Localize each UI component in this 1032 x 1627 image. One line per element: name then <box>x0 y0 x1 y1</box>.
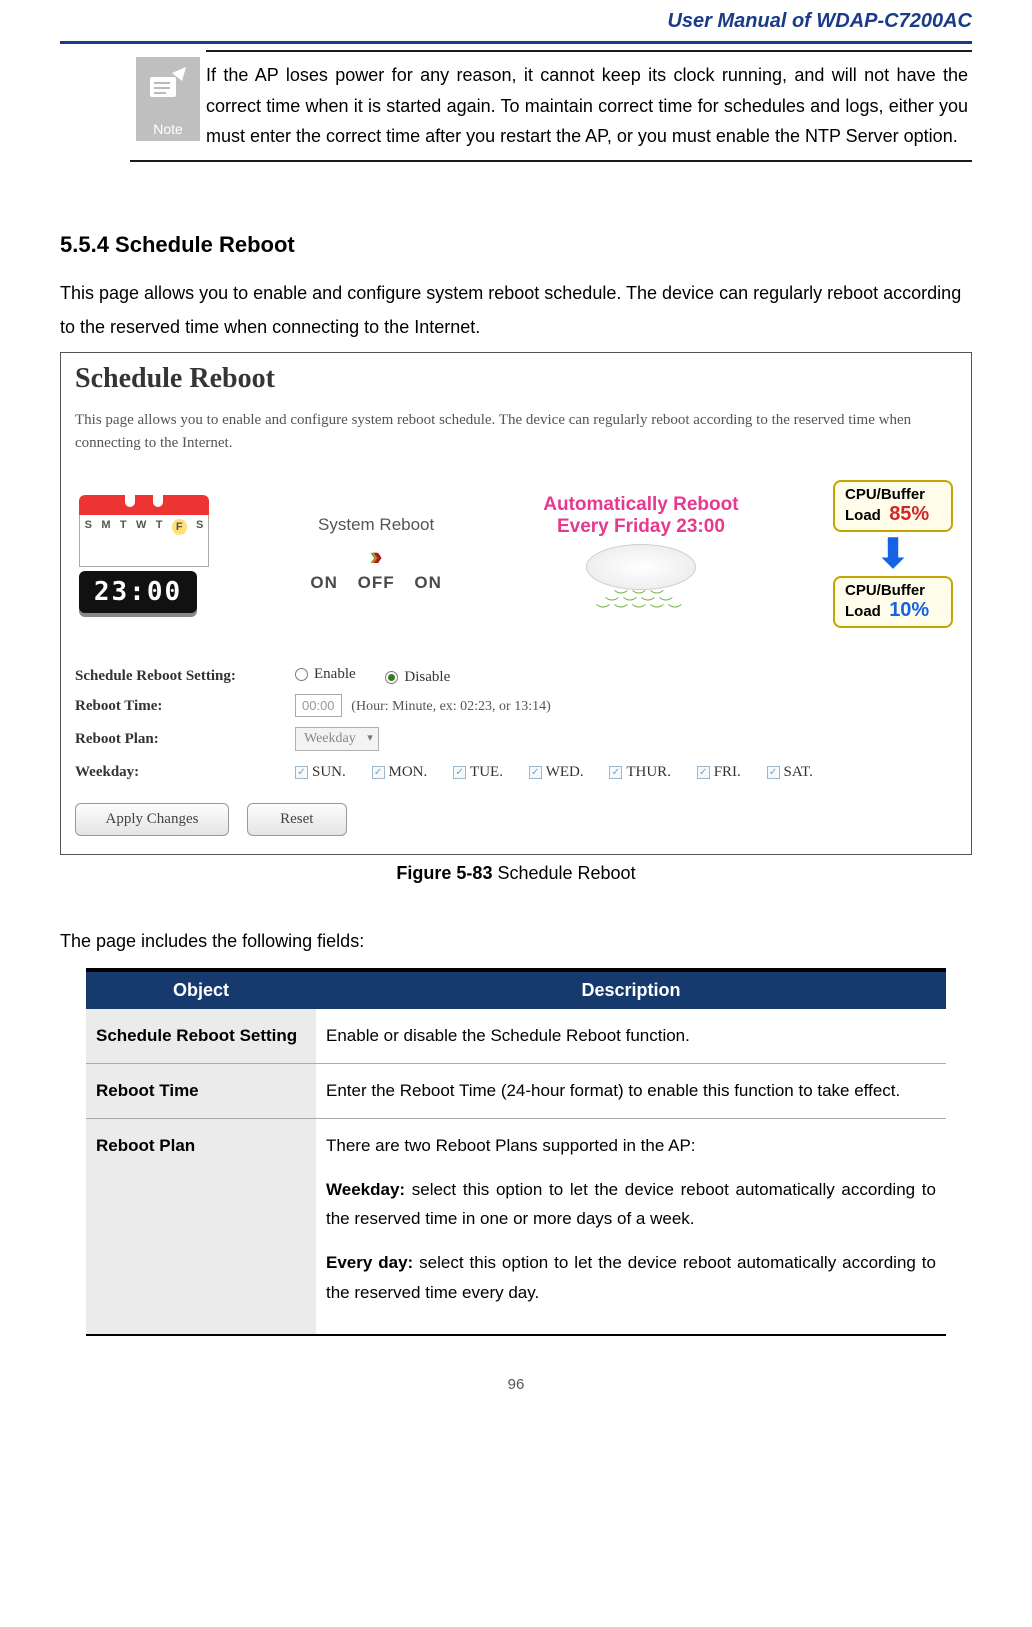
weekday-tue[interactable]: ✓TUE. <box>453 764 503 781</box>
table-row-desc: Enable or disable the Schedule Reboot fu… <box>316 1009 946 1063</box>
ap-center-graphic: Automatically Reboot Every Friday 23:00 … <box>543 494 738 615</box>
diagram: S M T W T F S 23:00 System Reboot ›› ›› … <box>75 462 957 654</box>
reboot-plan-select[interactable]: Weekday <box>295 727 379 751</box>
weekday-sun[interactable]: ✓SUN. <box>295 764 346 781</box>
cal-day: W <box>136 519 146 531</box>
reset-button[interactable]: Reset <box>247 803 347 836</box>
apply-changes-button[interactable]: Apply Changes <box>75 803 229 836</box>
weekday-fri[interactable]: ✓FRI. <box>697 764 741 781</box>
weekday-mon[interactable]: ✓MON. <box>372 764 428 781</box>
setting-label: Schedule Reboot Setting: <box>75 668 295 685</box>
note-icon: Note <box>136 57 200 141</box>
embedded-screenshot: Schedule Reboot This page allows you to … <box>60 352 972 855</box>
wifi-waves-icon: ︶︶︶︶︶︶︶︶︶︶︶︶ <box>543 594 738 615</box>
reboot-time-input[interactable]: 00:00 <box>295 694 342 717</box>
page-number: 96 <box>60 1376 972 1393</box>
radio-enable[interactable]: Enable <box>295 666 356 683</box>
cal-day: S <box>85 519 92 531</box>
reboot-time-hint: (Hour: Minute, ex: 02:23, or 13:14) <box>351 699 550 714</box>
table-row-desc: Enter the Reboot Time (24-hour format) t… <box>316 1064 946 1119</box>
cpu-low: CPU/Buffer Load 10% <box>833 576 953 628</box>
note-text: If the AP loses power for any reason, it… <box>206 51 972 161</box>
th-object: Object <box>86 970 316 1009</box>
pink-callout: Automatically Reboot Every Friday 23:00 <box>543 494 738 538</box>
section-intro: This page allows you to enable and confi… <box>60 276 972 344</box>
cal-day: T <box>120 519 127 531</box>
table-row-obj: Reboot Plan <box>86 1118 316 1334</box>
figure-caption: Figure 5-83 Schedule Reboot <box>60 863 972 884</box>
weekday-wed[interactable]: ✓WED. <box>529 764 584 781</box>
table-row-desc: There are two Reboot Plans supported in … <box>316 1118 946 1334</box>
weekday-checkboxes: ✓SUN. ✓MON. ✓TUE. ✓WED. ✓THUR. ✓FRI. ✓SA… <box>295 763 835 781</box>
weekday-label: Weekday: <box>75 764 295 781</box>
ap-disc-icon <box>586 544 696 590</box>
reboot-plan-label: Reboot Plan: <box>75 731 295 748</box>
calendar-graphic: S M T W T F S 23:00 <box>79 495 209 613</box>
weekday-thu[interactable]: ✓THUR. <box>609 764 671 781</box>
section-heading: 5.5.4 Schedule Reboot <box>60 232 972 258</box>
table-row-obj: Schedule Reboot Setting <box>86 1009 316 1063</box>
cal-day: S <box>196 519 203 531</box>
fields-table: Object Description Schedule Reboot Setti… <box>86 968 946 1335</box>
radio-disable[interactable]: Disable <box>385 669 450 686</box>
doc-header: User Manual of WDAP-C7200AC <box>60 0 972 44</box>
fields-intro: The page includes the following fields: <box>60 924 972 958</box>
system-reboot-graphic: System Reboot ›› ›› ›› › ON OFF ON <box>303 515 448 593</box>
system-reboot-label: System Reboot <box>303 515 448 535</box>
screenshot-title: Schedule Reboot <box>75 363 957 395</box>
chevron-row: ›› ›› ›› › <box>303 543 448 569</box>
settings-form: Schedule Reboot Setting: Enable Disable … <box>75 666 957 836</box>
cal-day: T <box>156 519 163 531</box>
clock-digits: 23:00 <box>79 571 197 613</box>
cpu-load-graphic: CPU/Buffer Load 85% ⬇ CPU/Buffer Load 10… <box>833 480 953 628</box>
weekday-sat[interactable]: ✓SAT. <box>767 764 813 781</box>
reboot-time-label: Reboot Time: <box>75 698 295 715</box>
th-description: Description <box>316 970 946 1009</box>
cal-day: F <box>172 519 187 535</box>
note-label: Note <box>153 121 183 137</box>
cpu-high: CPU/Buffer Load 85% <box>833 480 953 532</box>
note-box: Note If the AP loses power for any reaso… <box>130 50 972 162</box>
down-arrow-icon: ⬇ <box>876 534 910 574</box>
table-row-obj: Reboot Time <box>86 1064 316 1119</box>
on-off-on: ON OFF ON <box>303 573 448 593</box>
cal-day: M <box>101 519 110 531</box>
screenshot-desc: This page allows you to enable and confi… <box>75 409 957 454</box>
